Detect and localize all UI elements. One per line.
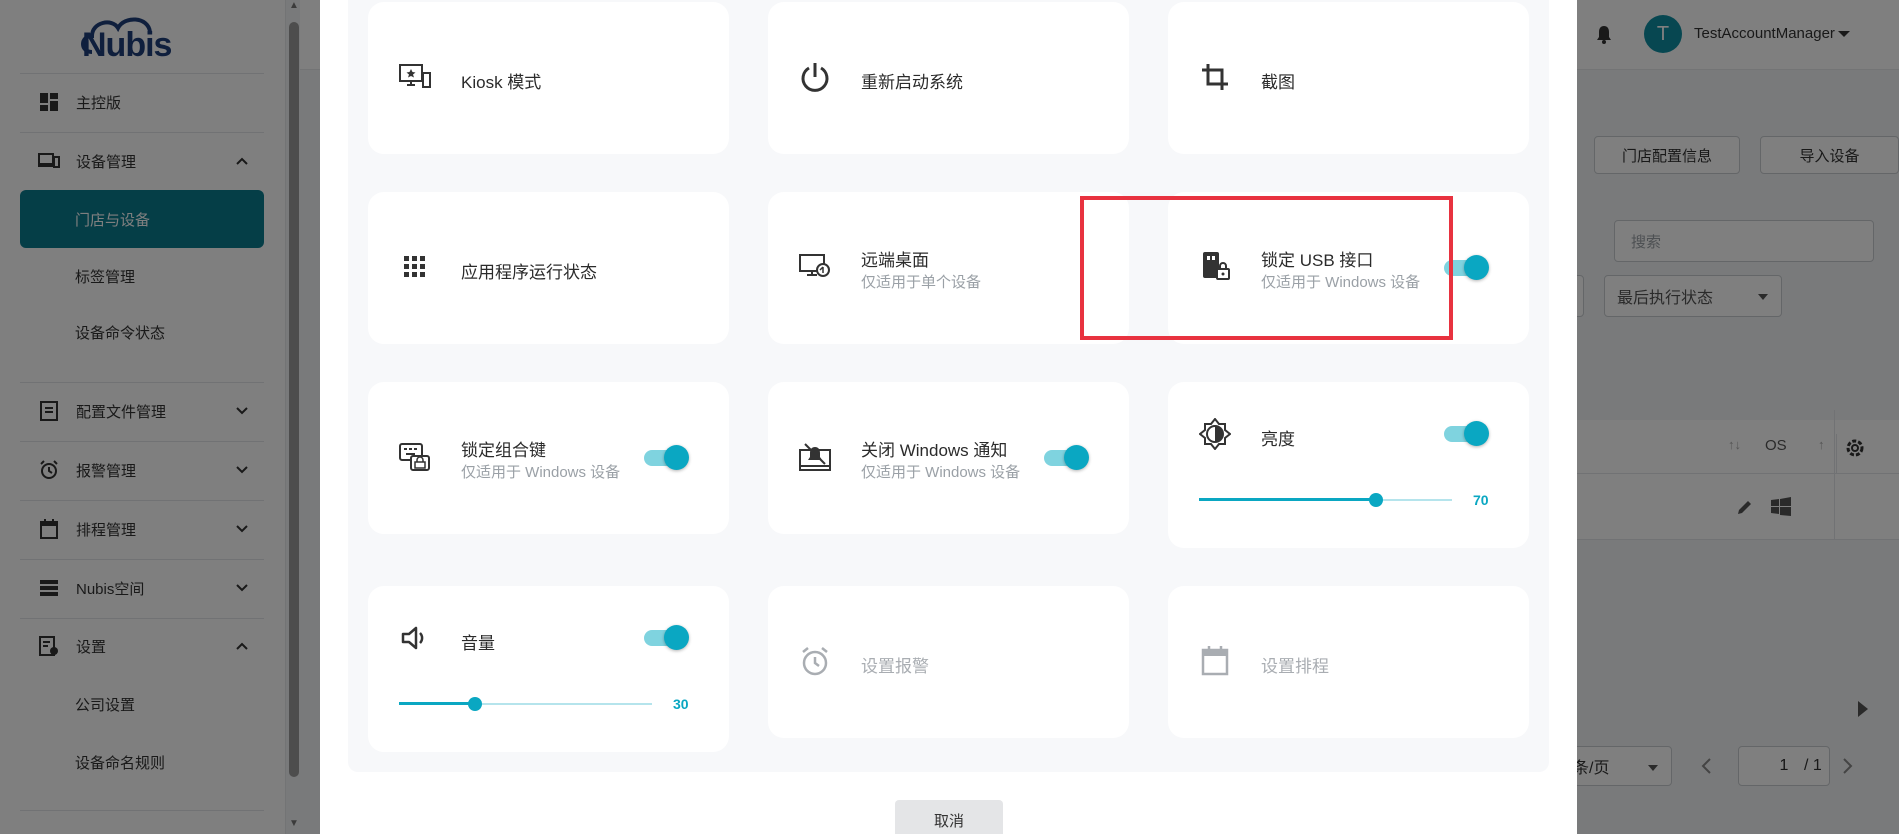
commands-panel: Kiosk 模式 重新启动系统 截图 应用程序运行状态 远端桌面 仅适用于单个设… <box>348 0 1549 772</box>
card-title: 亮度 <box>1261 430 1295 449</box>
slider-fill <box>399 702 475 705</box>
volume-toggle[interactable] <box>642 624 690 650</box>
brightness-icon <box>1198 417 1232 451</box>
disable-notifications-toggle[interactable] <box>1042 444 1090 470</box>
card-subtitle: 仅适用于 Windows 设备 <box>861 464 1021 481</box>
card-subtitle: 仅适用于 Windows 设备 <box>461 464 621 481</box>
brightness-card: 亮度 70 <box>1168 382 1529 548</box>
crop-icon <box>1198 60 1232 94</box>
volume-icon <box>398 621 432 655</box>
volume-card: 音量 30 <box>368 586 729 752</box>
slider-fill <box>1199 498 1377 501</box>
card-title: 截图 <box>1261 73 1295 92</box>
calendar-icon <box>1198 644 1232 678</box>
card-title: 设置排程 <box>1261 657 1329 676</box>
alarm-clock-icon <box>798 644 832 678</box>
restart-system-card[interactable]: 重新启动系统 <box>768 2 1129 154</box>
keyboard-lock-icon <box>398 440 432 474</box>
notifications-off-icon <box>798 440 832 474</box>
remote-desktop-icon <box>798 250 832 284</box>
set-alarm-card[interactable]: 设置报警 <box>768 586 1129 738</box>
card-title: Kiosk 模式 <box>461 73 542 92</box>
card-title: 设置报警 <box>861 657 929 676</box>
disable-windows-notifications-card[interactable]: 关闭 Windows 通知 仅适用于 Windows 设备 <box>768 382 1129 534</box>
set-schedule-card[interactable]: 设置排程 <box>1168 586 1529 738</box>
brightness-value: 70 <box>1473 492 1489 508</box>
card-title: 重新启动系统 <box>861 73 963 92</box>
card-title: 远端桌面 <box>861 251 929 270</box>
screenshot-card[interactable]: 截图 <box>1168 2 1529 154</box>
cancel-button[interactable]: 取消 <box>895 800 1003 834</box>
app-status-card[interactable]: 应用程序运行状态 <box>368 192 729 344</box>
device-commands-modal: Kiosk 模式 重新启动系统 截图 应用程序运行状态 远端桌面 仅适用于单个设… <box>320 0 1577 834</box>
card-subtitle: 仅适用于单个设备 <box>861 274 982 291</box>
card-title: 关闭 Windows 通知 <box>861 441 1008 460</box>
card-title: 应用程序运行状态 <box>461 263 597 282</box>
volume-value: 30 <box>673 696 689 712</box>
card-title: 锁定组合键 <box>461 441 546 460</box>
card-title: 音量 <box>461 634 495 653</box>
brightness-toggle[interactable] <box>1442 420 1490 446</box>
lock-key-combo-toggle[interactable] <box>642 444 690 470</box>
kiosk-mode-card[interactable]: Kiosk 模式 <box>368 2 729 154</box>
apps-grid-icon <box>398 250 432 284</box>
kiosk-monitor-icon <box>398 60 432 94</box>
brightness-slider[interactable] <box>1199 492 1452 508</box>
slider-thumb[interactable] <box>467 697 482 711</box>
volume-slider[interactable] <box>399 696 652 712</box>
power-icon <box>798 60 832 94</box>
remote-desktop-highlight-frame <box>1080 196 1453 340</box>
slider-thumb[interactable] <box>1369 493 1384 507</box>
remote-desktop-card[interactable]: 远端桌面 仅适用于单个设备 <box>768 192 1129 344</box>
lock-key-combo-card[interactable]: 锁定组合键 仅适用于 Windows 设备 <box>368 382 729 534</box>
